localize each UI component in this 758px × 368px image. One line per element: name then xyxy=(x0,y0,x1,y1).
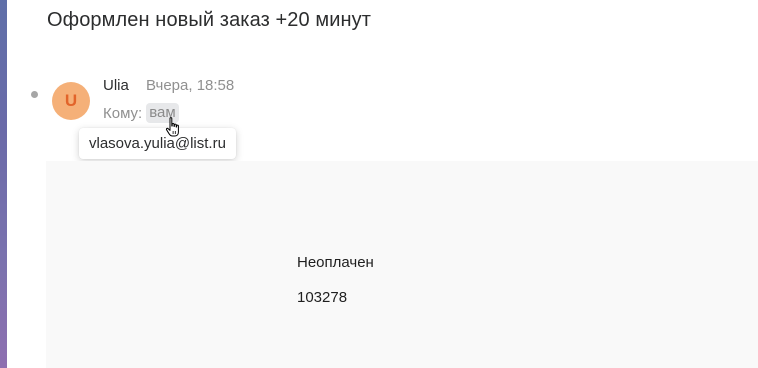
recipient-email-tooltip: vlasova.yulia@list.ru xyxy=(79,128,236,159)
avatar-letter: U xyxy=(64,91,78,110)
recipient-label: Кому: xyxy=(103,104,143,122)
tooltip-email: vlasova.yulia@list.ru xyxy=(89,135,226,152)
sender-avatar[interactable]: U xyxy=(52,82,90,120)
unread-indicator-dot[interactable] xyxy=(31,91,38,98)
order-number-text: 103278 xyxy=(297,289,348,306)
sent-date: Вчера, 18:58 xyxy=(146,77,235,94)
email-subject: Оформлен новый заказ +20 минут xyxy=(47,9,372,31)
order-status-text: Неоплачен xyxy=(297,254,374,271)
message-body: Неоплачен 103278 xyxy=(46,161,758,368)
sender-line: Ulia Вчера, 18:58 xyxy=(103,77,234,94)
hand-pointer-icon xyxy=(165,117,179,137)
mail-reading-pane: Оформлен новый заказ +20 минут U Ulia Вч… xyxy=(0,0,758,368)
background-app-edge xyxy=(0,0,7,368)
sender-name[interactable]: Ulia xyxy=(103,77,129,94)
